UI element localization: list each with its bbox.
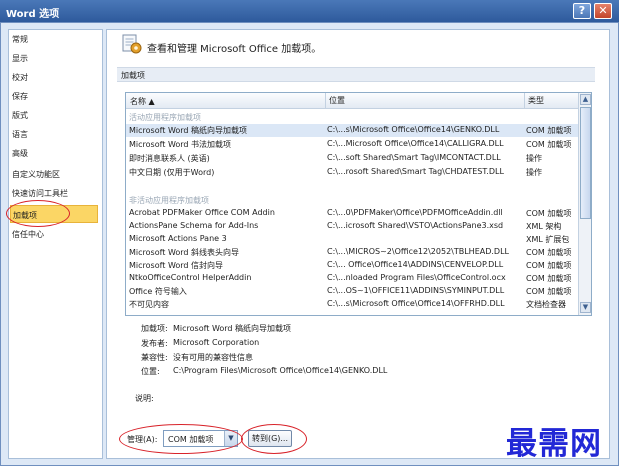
sidebar-item-advanced[interactable]: 高级 (12, 148, 28, 159)
sidebar-item-display[interactable]: 显示 (12, 53, 28, 64)
cell-name: NtkoOfficeControl HelperAddin (129, 273, 252, 282)
cell-name: Microsoft Actions Pane 3 (129, 234, 227, 243)
manage-select[interactable]: COM 加载项 ▼ (163, 430, 238, 447)
go-button[interactable]: 转到(G)... (248, 430, 292, 447)
table-row[interactable]: Microsoft Word 书法加载项 C:\...Microsoft Off… (126, 138, 578, 151)
cell-type: 操作 (526, 154, 542, 163)
table-row[interactable]: 即时消息联系人 (英语) C:\...soft Shared\Smart Tag… (126, 152, 578, 165)
cell-location: C:\...icrosoft Shared\VSTO\ActionsPane3.… (327, 221, 504, 230)
cell-type: 操作 (526, 168, 542, 177)
addins-table: 名称 ▲ 位置 类型 活动应用程序加载项 Microsoft Word 稿纸向导… (125, 92, 592, 316)
column-header-type[interactable]: 类型 (524, 93, 578, 109)
cell-name: Office 符号输入 (129, 287, 187, 296)
sidebar-item-save[interactable]: 保存 (12, 91, 28, 102)
cell-location: C:\...s\Microsoft Office\Office14\GENKO.… (327, 125, 500, 134)
cell-name: 即时消息联系人 (英语) (129, 154, 210, 163)
cell-location: C:\...rosoft Shared\Smart Tag\CHDATEST.D… (327, 167, 504, 176)
table-row[interactable]: 不可见内容 C:\...s\Microsoft Office\Office14\… (126, 298, 578, 311)
detail-addin-value: Microsoft Word 稿纸向导加载项 (173, 324, 292, 333)
detail-compat-label: 兼容性: (141, 353, 168, 362)
table-row[interactable]: Acrobat PDFMaker Office COM Addin C:\...… (126, 207, 578, 220)
detail-compat-value: 没有可用的兼容性信息 (173, 353, 253, 362)
detail-publisher-value: Microsoft Corporation (173, 338, 260, 347)
sidebar-item-trust-center[interactable]: 信任中心 (12, 229, 44, 240)
scroll-up-icon[interactable]: ▲ (580, 94, 591, 105)
group-header-inactive: 非活动应用程序加载项 (129, 196, 209, 205)
sidebar-item-layout[interactable]: 版式 (12, 110, 28, 121)
cell-location: C:\...Microsoft Office\Office14\CALLIGRA… (327, 139, 504, 148)
table-row[interactable]: ActionsPane Schema for Add-Ins C:\...icr… (126, 220, 578, 233)
cell-name: 不可见内容 (129, 300, 169, 309)
table-row[interactable]: 中文日期 (仅用于Word) C:\...rosoft Shared\Smart… (126, 166, 578, 179)
cell-location: C:\... Office\Office14\ADDINS\CENVELOP.D… (327, 260, 504, 269)
table-row[interactable]: Microsoft Word 稿纸向导加载项 C:\...s\Microsoft… (126, 124, 578, 137)
cell-type: COM 加载项 (526, 274, 572, 283)
section-title: 加载项 (121, 71, 145, 80)
watermark-text: 最需网 (506, 426, 602, 462)
cell-location: C:\...OS~1\OFFICE11\ADDINS\SYMINPUT.DLL (327, 286, 505, 295)
sidebar-item-quick-access-toolbar[interactable]: 快速访问工具栏 (12, 188, 68, 199)
table-row[interactable]: Microsoft Word 斜线表头向导 C:\...\MICROS~2\Of… (126, 246, 578, 259)
sidebar-item-customize-ribbon[interactable]: 自定义功能区 (12, 169, 60, 180)
cell-type: 文档检查器 (526, 300, 566, 309)
cell-type: COM 加载项 (526, 209, 572, 218)
cell-name: Microsoft Word 斜线表头向导 (129, 248, 240, 257)
column-header-name[interactable]: 名称 ▲ (130, 96, 155, 107)
detail-location-value: C:\Program Files\Microsoft Office\Office… (173, 366, 388, 375)
cell-type: COM 加载项 (526, 261, 572, 270)
manage-select-value: COM 加载项 (168, 435, 214, 444)
sidebar-item-proofing[interactable]: 校对 (12, 72, 28, 83)
section-header (117, 67, 595, 82)
scroll-down-icon[interactable]: ▼ (580, 302, 591, 313)
column-header-location[interactable]: 位置 (325, 93, 524, 109)
cell-name: 中文日期 (仅用于Word) (129, 168, 215, 177)
addin-gear-icon (122, 34, 142, 54)
chevron-down-icon[interactable]: ▼ (224, 431, 237, 446)
table-row[interactable]: Microsoft Word 信封向导 C:\... Office\Office… (126, 259, 578, 272)
cell-type: XML 扩展包 (526, 235, 570, 244)
help-button[interactable]: ? (573, 3, 591, 19)
table-scrollbar[interactable]: ▲ ▼ (578, 93, 591, 315)
cell-type: COM 加载项 (526, 248, 572, 257)
cell-type: COM 加载项 (526, 140, 572, 149)
cell-type: COM 加载项 (526, 126, 572, 135)
page-heading: 查看和管理 Microsoft Office 加载项。 (147, 44, 322, 55)
cell-name: Acrobat PDFMaker Office COM Addin (129, 208, 275, 217)
sidebar-item-general[interactable]: 常规 (12, 34, 28, 45)
cell-name: Microsoft Word 稿纸向导加载项 (129, 126, 248, 135)
cell-location: C:\...s\Microsoft Office\Office14\OFFRHD… (327, 299, 505, 308)
detail-addin-label: 加载项: (141, 324, 168, 333)
cell-type: XML 架构 (526, 222, 562, 231)
table-row[interactable]: Microsoft Actions Pane 3 XML 扩展包 (126, 233, 578, 246)
detail-description-label: 说明: (135, 394, 154, 403)
cell-location: C:\...nloaded Program Files\OfficeContro… (327, 273, 506, 282)
window-title: Word 选项 (6, 9, 60, 20)
table-row[interactable]: Office 符号输入 C:\...OS~1\OFFICE11\ADDINS\S… (126, 285, 578, 298)
sidebar-item-language[interactable]: 语言 (12, 129, 28, 140)
detail-location-label: 位置: (141, 367, 160, 376)
table-header: 名称 ▲ 位置 类型 (126, 93, 578, 109)
group-header-active: 活动应用程序加载项 (129, 113, 201, 122)
cell-name: Microsoft Word 书法加载项 (129, 140, 232, 149)
cell-name: Microsoft Word 信封向导 (129, 261, 224, 270)
cell-location: C:\...0\PDFMaker\Office\PDFMOfficeAddin.… (327, 208, 503, 217)
scrollbar-thumb[interactable] (580, 107, 591, 219)
sidebar-item-addins[interactable]: 加载项 (10, 205, 98, 223)
close-button[interactable]: ✕ (594, 3, 612, 19)
table-row[interactable]: NtkoOfficeControl HelperAddin C:\...nloa… (126, 272, 578, 285)
title-bar: Word 选项 ? ✕ (0, 0, 619, 22)
cell-type: COM 加载项 (526, 287, 572, 296)
manage-label: 管理(A): (127, 435, 158, 444)
cell-name: ActionsPane Schema for Add-Ins (129, 221, 259, 230)
cell-location: C:\...soft Shared\Smart Tag\IMCONTACT.DL… (327, 153, 501, 162)
cell-location: C:\...\MICROS~2\Office12\2052\TBLHEAD.DL… (327, 247, 510, 256)
detail-publisher-label: 发布者: (141, 339, 168, 348)
